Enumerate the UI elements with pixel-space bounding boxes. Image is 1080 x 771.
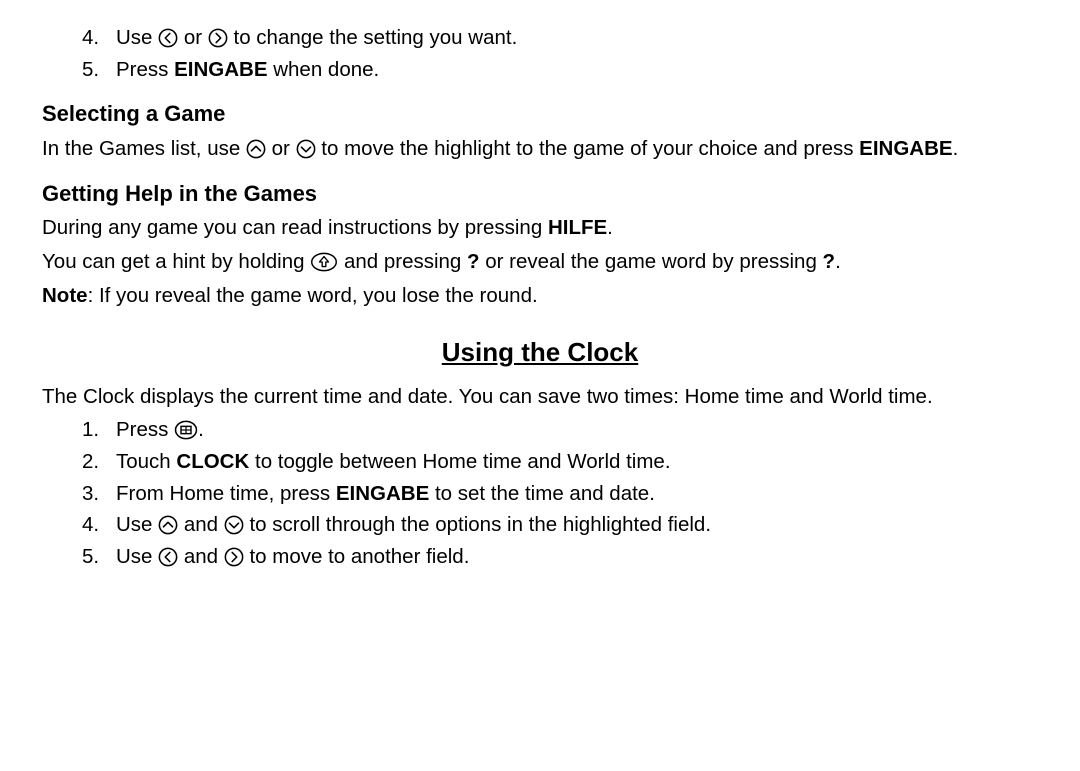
text: to toggle between Home time and World ti… (249, 450, 670, 473)
text: to scroll through the options in the hig… (249, 513, 711, 536)
up-arrow-icon (158, 515, 178, 535)
text: . (835, 250, 841, 273)
text: when done. (268, 58, 380, 81)
step-text: Press . (116, 416, 1038, 444)
clock-step-5: 5. Use and to move to another field. (42, 543, 1038, 571)
right-arrow-icon (208, 28, 228, 48)
help-paragraph-note: Note: If you reveal the game word, you l… (42, 282, 1038, 310)
heading-using-clock: Using the Clock (42, 335, 1038, 370)
note-label: Note (42, 284, 88, 307)
clock-step-4: 4. Use and to scroll through the options… (42, 511, 1038, 539)
key-name: ? (467, 250, 480, 273)
up-arrow-icon (246, 139, 266, 159)
text: Press (116, 58, 174, 81)
step-number: 4. (82, 24, 116, 52)
key-name: HILFE (548, 216, 607, 239)
down-arrow-icon (296, 139, 316, 159)
step-text: Press EINGABE when done. (116, 56, 1038, 84)
text: and pressing (344, 250, 467, 273)
text: or reveal the game word by pressing (480, 250, 823, 273)
key-name: EINGABE (174, 58, 267, 81)
step-text: Use and to scroll through the options in… (116, 511, 1038, 539)
step-text: Use or to change the setting you want. (116, 24, 1038, 52)
text: to move to another field. (249, 545, 469, 568)
organizer-key-icon (174, 420, 198, 440)
heading-selecting-game: Selecting a Game (42, 99, 1038, 129)
text: From Home time, press (116, 482, 336, 505)
shift-key-icon (310, 252, 338, 272)
step-text: Touch CLOCK to toggle between Home time … (116, 448, 1038, 476)
step-item-4: 4. Use or to change the setting you want… (42, 24, 1038, 52)
step-number: 2. (82, 448, 116, 476)
text: In the Games list, use (42, 137, 246, 160)
text: You can get a hint by holding (42, 250, 310, 273)
text: and (184, 513, 224, 536)
left-arrow-icon (158, 547, 178, 567)
right-arrow-icon (224, 547, 244, 567)
text: and (184, 545, 224, 568)
heading-getting-help: Getting Help in the Games (42, 179, 1038, 209)
step-item-5: 5. Press EINGABE when done. (42, 56, 1038, 84)
key-name: CLOCK (176, 450, 249, 473)
text: . (607, 216, 613, 239)
down-arrow-icon (224, 515, 244, 535)
key-name: EINGABE (859, 137, 952, 160)
text: . (953, 137, 959, 160)
text: Use (116, 513, 158, 536)
text: Press (116, 418, 174, 441)
step-text: Use and to move to another field. (116, 543, 1038, 571)
left-arrow-icon (158, 28, 178, 48)
clock-step-1: 1. Press . (42, 416, 1038, 444)
step-number: 5. (82, 543, 116, 571)
text: to set the time and date. (429, 482, 655, 505)
help-paragraph-2: You can get a hint by holding and pressi… (42, 248, 1038, 276)
selecting-game-paragraph: In the Games list, use or to move the hi… (42, 135, 1038, 163)
key-name: ? (823, 250, 836, 273)
step-text: From Home time, press EINGABE to set the… (116, 480, 1038, 508)
text: to change the setting you want. (234, 26, 518, 49)
step-number: 5. (82, 56, 116, 84)
step-number: 4. (82, 511, 116, 539)
step-number: 1. (82, 416, 116, 444)
key-name: EINGABE (336, 482, 429, 505)
text: or (184, 26, 208, 49)
help-paragraph-1: During any game you can read instruction… (42, 214, 1038, 242)
text: : If you reveal the game word, you lose … (88, 284, 538, 307)
clock-step-2: 2. Touch CLOCK to toggle between Home ti… (42, 448, 1038, 476)
text: During any game you can read instruction… (42, 216, 548, 239)
text: to move the highlight to the game of you… (321, 137, 859, 160)
text: Touch (116, 450, 176, 473)
text: Use (116, 26, 158, 49)
clock-step-3: 3. From Home time, press EINGABE to set … (42, 480, 1038, 508)
text: or (272, 137, 296, 160)
text: Use (116, 545, 158, 568)
text: . (198, 418, 204, 441)
step-number: 3. (82, 480, 116, 508)
clock-intro: The Clock displays the current time and … (42, 383, 1038, 411)
